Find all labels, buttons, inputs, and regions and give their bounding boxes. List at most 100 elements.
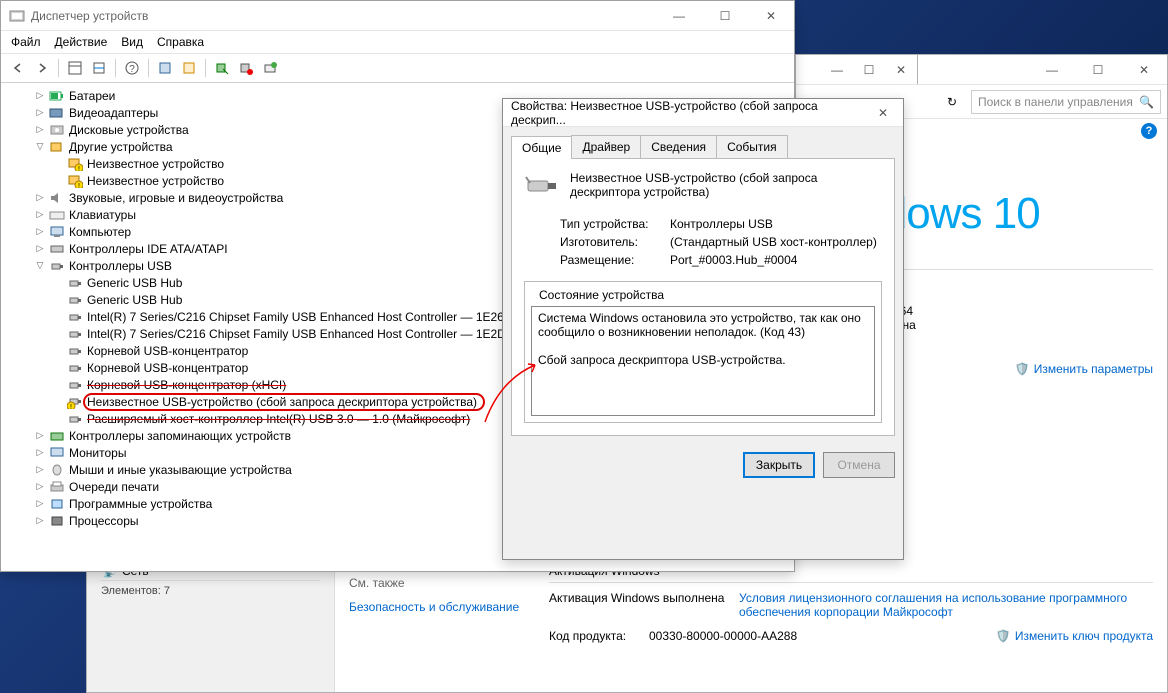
keyboard-icon — [49, 207, 65, 223]
tree-node-label: Дисковые устройства — [69, 123, 189, 137]
usb-icon — [67, 292, 83, 308]
device-name: Неизвестное USB-устройство (сбой запроса… — [570, 171, 882, 203]
usb-icon — [67, 326, 83, 342]
tool-btn-3[interactable] — [64, 57, 86, 79]
control-panel-search[interactable]: Поиск в панели управления 🔍 — [971, 90, 1161, 114]
tool-btn-8[interactable] — [211, 57, 233, 79]
tab-driver[interactable]: Драйвер — [571, 135, 641, 158]
tree-node-label: Generic USB Hub — [87, 276, 182, 290]
expander-icon[interactable]: ▷ — [33, 242, 47, 256]
tool-btn-9[interactable] — [235, 57, 257, 79]
expander-icon[interactable]: ▷ — [33, 225, 47, 239]
tree-node-label: Расширяемый хост-контроллер Intel(R) USB… — [87, 412, 470, 426]
tree-node-label: Generic USB Hub — [87, 293, 182, 307]
back-button[interactable] — [7, 57, 29, 79]
ide-icon — [49, 241, 65, 257]
help-button[interactable]: ? — [121, 57, 143, 79]
expander-icon[interactable] — [51, 276, 65, 290]
expander-icon[interactable] — [51, 174, 65, 188]
change-key-link[interactable]: Изменить ключ продукта — [1015, 629, 1153, 643]
usb-icon — [49, 258, 65, 274]
expander-icon[interactable]: ▷ — [33, 480, 47, 494]
expander-icon[interactable]: ▷ — [33, 497, 47, 511]
tree-node-label: Корневой USB-концентратор — [87, 361, 248, 375]
props-close-button[interactable]: ✕ — [863, 98, 903, 128]
expander-icon[interactable] — [51, 395, 65, 409]
disk-icon — [49, 122, 65, 138]
print-icon — [49, 479, 65, 495]
expander-icon[interactable]: ▽ — [33, 259, 47, 273]
help-icon[interactable]: ? — [1141, 123, 1157, 139]
tool-btn-6[interactable] — [154, 57, 176, 79]
expander-icon[interactable] — [51, 310, 65, 324]
maximize-button[interactable]: ☐ — [702, 1, 748, 31]
scan-hardware-button[interactable] — [259, 57, 281, 79]
menu-view[interactable]: Вид — [121, 35, 143, 49]
other-icon — [49, 139, 65, 155]
product-key-label: Код продукта: — [549, 629, 639, 643]
hidden-max-button[interactable]: ☐ — [853, 55, 885, 85]
expander-icon[interactable] — [51, 412, 65, 426]
usb-icon — [67, 343, 83, 359]
license-link[interactable]: Условия лицензионного соглашения на испо… — [739, 591, 1129, 619]
expander-icon[interactable] — [51, 378, 65, 392]
storage-icon — [49, 428, 65, 444]
usb-icon — [67, 411, 83, 427]
expander-icon[interactable]: ▷ — [33, 208, 47, 222]
expander-icon[interactable]: ▷ — [33, 106, 47, 120]
tree-node-label: Батареи — [69, 89, 115, 103]
bg-minimize-button[interactable]: — — [1029, 55, 1075, 85]
expander-icon[interactable]: ▷ — [33, 514, 47, 528]
expander-icon[interactable]: ▷ — [33, 463, 47, 477]
expander-icon[interactable]: ▷ — [33, 446, 47, 460]
expander-icon[interactable] — [51, 157, 65, 171]
tree-node-label: Контроллеры запоминающих устройств — [69, 429, 291, 443]
usb-icon — [67, 309, 83, 325]
expander-icon[interactable] — [51, 293, 65, 307]
close-dialog-button[interactable]: Закрыть — [743, 452, 815, 478]
tree-node-label: Intel(R) 7 Series/C216 Chipset Family US… — [87, 310, 504, 324]
bg-maximize-button[interactable]: ☐ — [1075, 55, 1121, 85]
tree-node-label: Контроллеры IDE ATA/ATAPI — [69, 242, 228, 256]
expander-icon[interactable] — [51, 327, 65, 341]
tab-events[interactable]: События — [716, 135, 788, 158]
minimize-button[interactable]: — — [656, 1, 702, 31]
tab-details[interactable]: Сведения — [640, 135, 717, 158]
device-status-box[interactable]: Система Windows остановила это устройств… — [531, 306, 875, 416]
tab-general[interactable]: Общие — [511, 136, 572, 159]
shield-icon: 🛡️ — [1015, 362, 1030, 376]
svg-text:!: ! — [78, 183, 80, 188]
menu-file[interactable]: Файл — [11, 35, 41, 49]
device-properties-dialog: Свойства: Неизвестное USB-устройство (сб… — [502, 98, 904, 560]
security-link[interactable]: Безопасность и обслуживание — [349, 600, 521, 614]
tool-btn-4[interactable] — [88, 57, 110, 79]
tree-node-label: Intel(R) 7 Series/C216 Chipset Family US… — [87, 327, 506, 341]
tool-btn-7[interactable] — [178, 57, 200, 79]
hidden-close-button[interactable]: ✕ — [885, 55, 917, 85]
elements-count: Элементов: 7 — [101, 580, 320, 597]
toolbar: ? — [1, 54, 794, 83]
expander-icon[interactable]: ▷ — [33, 89, 47, 103]
expander-icon[interactable]: ▷ — [33, 123, 47, 137]
video-icon — [49, 105, 65, 121]
expander-icon[interactable]: ▷ — [33, 429, 47, 443]
expander-icon[interactable]: ▽ — [33, 140, 47, 154]
hidden-min-button[interactable]: — — [821, 55, 853, 85]
close-button[interactable]: ✕ — [748, 1, 794, 31]
change-params-link[interactable]: Изменить параметры — [1034, 362, 1153, 376]
expander-icon[interactable] — [51, 361, 65, 375]
control-panel-bottom: 📡 Сеть Элементов: 7 См. также Безопаснос… — [86, 556, 1168, 693]
forward-button[interactable] — [31, 57, 53, 79]
menu-help[interactable]: Справка — [157, 35, 204, 49]
tree-node-label: Корневой USB-концентратор — [87, 344, 248, 358]
expander-icon[interactable]: ▷ — [33, 191, 47, 205]
battery-icon — [49, 88, 65, 104]
menu-action[interactable]: Действие — [55, 35, 108, 49]
tabs: Общие Драйвер Сведения События — [511, 135, 895, 159]
expander-icon[interactable] — [51, 344, 65, 358]
usb-warn-icon: ! — [67, 394, 83, 410]
bg-close-button[interactable]: ✕ — [1121, 55, 1167, 85]
tree-node-label: Мыши и иные указывающие устройства — [69, 463, 292, 477]
cancel-button[interactable]: Отмена — [823, 452, 895, 478]
soft-icon — [49, 496, 65, 512]
